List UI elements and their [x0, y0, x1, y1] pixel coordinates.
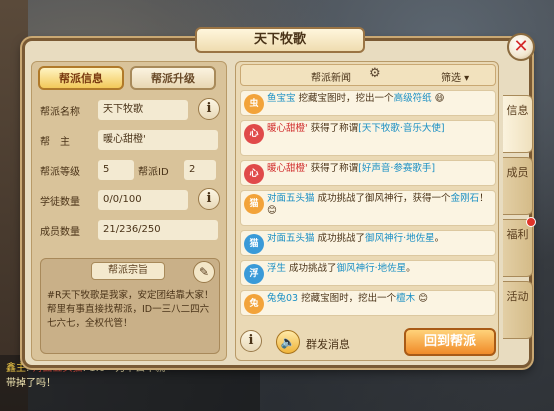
news-player-name[interactable]: 兔兔03	[267, 293, 298, 304]
news-header: 帮派新闻 ⚙ 筛选 ▾	[240, 64, 496, 86]
field-guild-name: 帮派名称 天下牧歌	[40, 100, 222, 120]
avatar-icon: 浮	[244, 264, 264, 284]
avatar-icon: 兔	[244, 294, 264, 314]
info-button[interactable]: i	[198, 188, 220, 210]
field-value: 5	[98, 160, 134, 180]
news-player-name[interactable]: 浮生	[267, 263, 286, 274]
field-value: 暖心甜橙'	[98, 130, 218, 150]
news-item[interactable]: 猫对面五头猫 成功挑战了御风神行，获得一个金刚石！😊	[240, 190, 496, 226]
guild-motto: 帮派宗旨 ✎ #R天下牧歌是我家，安定团结靠大家！帮里有事直接找帮派，ID一三八…	[40, 258, 220, 354]
news-item[interactable]: 心暖心甜橙' 获得了称谓[好声音·参赛歌手]	[240, 160, 496, 186]
chat-text: 带掉了吗！	[6, 378, 56, 389]
window-title: 天下牧歌	[195, 27, 365, 53]
news-link[interactable]: 御风神行·地佐星	[337, 263, 407, 274]
news-link[interactable]: [天下牧歌·音乐大使]	[358, 123, 444, 134]
news-text: 获得了称谓	[310, 163, 359, 174]
info-button[interactable]: i	[198, 98, 220, 120]
news-text: 成功挑战了御风神行，获得一个	[317, 193, 451, 204]
news-item[interactable]: 心暖心甜橙' 获得了称谓[天下牧歌·音乐大使]	[240, 120, 496, 156]
news-title: 帮派新闻	[311, 73, 351, 84]
field-label: 帮派名称	[40, 107, 80, 118]
news-item[interactable]: 虫鱼宝宝 挖藏宝图时，挖出一个高级符纸 😄	[240, 90, 496, 116]
field-value: 21/236/250	[98, 220, 218, 240]
chat-sender: 鑫主	[6, 363, 26, 374]
field-members: 成员数量 21/236/250	[40, 220, 222, 240]
news-player-name[interactable]: 暖心甜橙'	[267, 123, 308, 134]
info-button[interactable]: i	[240, 330, 262, 352]
return-to-guild-button[interactable]: 回到帮派	[404, 328, 496, 356]
news-link[interactable]: 高级符纸	[394, 93, 432, 104]
news-footer: i 🔈 群发消息 回到帮派	[240, 328, 496, 358]
notification-dot	[526, 217, 536, 227]
field-label: 成员数量	[40, 227, 80, 238]
field-label: 帮派等级	[40, 167, 80, 178]
close-icon: ✕	[513, 36, 529, 57]
news-text-suffix: 。	[434, 233, 445, 244]
field-label: 帮 主	[40, 137, 70, 148]
news-player-name[interactable]: 对面五头猫	[267, 193, 315, 204]
info-icon: i	[206, 101, 212, 116]
field-label: 学徒数量	[40, 197, 80, 208]
news-link[interactable]: 檀木	[396, 293, 415, 304]
side-tab-activity[interactable]: 活动	[503, 281, 533, 339]
info-icon: i	[206, 191, 212, 206]
motto-text: #R天下牧歌是我家，安定团结靠大家！帮里有事直接找帮派，ID一三八二四六七六七，…	[47, 290, 214, 329]
group-message-button[interactable]: 🔈	[276, 330, 300, 354]
info-icon: i	[248, 333, 254, 348]
motto-title: 帮派宗旨	[91, 262, 165, 280]
edit-motto-button[interactable]: ✎	[193, 261, 215, 283]
chat-line: 带掉了吗！	[6, 374, 254, 389]
news-player-name[interactable]: 鱼宝宝	[267, 93, 296, 104]
avatar-icon: 猫	[244, 194, 264, 214]
news-text: 获得了称谓	[310, 123, 359, 134]
avatar-icon: 心	[244, 124, 264, 144]
avatar-icon: 心	[244, 164, 264, 184]
filter-dropdown[interactable]: 筛选 ▾	[441, 69, 469, 84]
side-tab-welfare[interactable]: 福利	[503, 217, 536, 277]
news-text: 成功挑战了	[289, 263, 337, 274]
news-text-suffix: 😄	[431, 93, 445, 104]
news-text: 挖藏宝图时，挖出一个	[301, 293, 397, 304]
news-text: 挖藏宝图时，挖出一个	[298, 93, 394, 104]
news-link[interactable]: 御风神行·地佐星	[365, 233, 435, 244]
field-value: 2	[184, 160, 216, 180]
news-text: 成功挑战了	[317, 233, 366, 244]
side-tab-label: 福利	[506, 228, 529, 241]
avatar-icon: 虫	[244, 94, 264, 114]
panel-tabs: 帮派信息 帮派升级	[38, 66, 216, 90]
news-text-suffix: 。	[406, 263, 416, 274]
news-item[interactable]: 浮浮生 成功挑战了御风神行·地佐星。	[240, 260, 496, 286]
gear-icon[interactable]: ⚙	[369, 66, 381, 81]
news-text-suffix: 😊	[415, 293, 429, 304]
guild-window: 天下牧歌 ✕ 帮派信息 帮派升级 帮派名称 天下牧歌 i 帮 主 暖心甜橙' 帮…	[22, 27, 536, 368]
speaker-icon: 🔈	[280, 335, 296, 349]
tab-guild-info[interactable]: 帮派信息	[38, 66, 124, 90]
avatar-icon: 猫	[244, 234, 264, 254]
guild-news-panel: 帮派新闻 ⚙ 筛选 ▾ 虫鱼宝宝 挖藏宝图时，挖出一个高级符纸 😄 心暖心甜橙' …	[235, 61, 499, 361]
field-guild-id: 帮派ID 2	[138, 160, 222, 180]
field-label: 帮派ID	[138, 167, 169, 178]
news-player-name[interactable]: 暖心甜橙'	[267, 163, 308, 174]
field-value: 天下牧歌	[98, 100, 188, 120]
tab-guild-upgrade[interactable]: 帮派升级	[130, 66, 216, 90]
field-apprentices: 学徒数量 0/0/100	[40, 190, 222, 210]
news-link[interactable]: [好声音·参赛歌手]	[358, 163, 435, 174]
news-player-name[interactable]: 对面五头猫	[267, 233, 315, 244]
guild-info-panel: 帮派信息 帮派升级 帮派名称 天下牧歌 i 帮 主 暖心甜橙' 帮派等级 5 帮…	[31, 61, 227, 361]
field-leader: 帮 主 暖心甜橙'	[40, 130, 222, 150]
news-link[interactable]: 金刚石	[451, 193, 480, 204]
news-item[interactable]: 猫对面五头猫 成功挑战了御风神行·地佐星。	[240, 230, 496, 256]
side-tab-members[interactable]: 成员	[503, 157, 533, 215]
field-value: 0/0/100	[98, 190, 188, 210]
brush-icon: ✎	[198, 265, 210, 279]
close-button[interactable]: ✕	[507, 33, 535, 61]
news-item[interactable]: 兔兔兔03 挖藏宝图时，挖出一个檀木 😊	[240, 290, 496, 316]
group-message-label[interactable]: 群发消息	[306, 336, 350, 352]
side-tab-info[interactable]: 信息	[503, 95, 533, 153]
